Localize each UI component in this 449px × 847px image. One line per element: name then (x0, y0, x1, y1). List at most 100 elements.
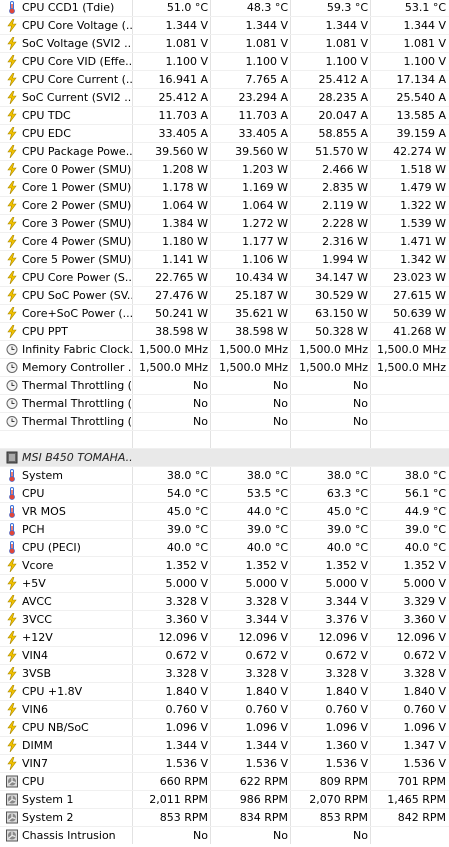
lightning-bolt-icon (6, 612, 18, 627)
maximum-value: 5.000 V (325, 577, 368, 590)
sensor-row[interactable]: VR MOS 45.0 °C 44.0 °C 45.0 °C 44.9 °C (0, 502, 449, 520)
fan-icon (6, 775, 18, 788)
minimum-value: No (273, 397, 288, 410)
maximum-value: 38.0 °C (326, 469, 368, 482)
current-value (134, 449, 208, 466)
sensor-row[interactable]: Thermal Throttling (... No No No (0, 376, 449, 394)
sensor-label: CPU (PECI) (22, 541, 81, 554)
sensor-row[interactable]: 3VCC 3.360 V 3.344 V 3.376 V 3.360 V (0, 610, 449, 628)
current-value: 51.0 °C (166, 1, 208, 14)
sensor-label: CPU Core Voltage (... (22, 19, 132, 32)
average-value: 27.615 W (393, 289, 446, 302)
sensor-row[interactable]: Core 1 Power (SMU) 1.178 W 1.169 W 2.835 W 1… (0, 178, 449, 196)
sensor-row[interactable]: Core 3 Power (SMU) 1.384 W 1.272 W 2.228 W 1… (0, 214, 449, 232)
sensor-row[interactable]: Core 2 Power (SMU) 1.064 W 1.064 W 2.119 W 1… (0, 196, 449, 214)
average-value: 23.023 W (393, 271, 446, 284)
sensor-row[interactable]: SoC Current (SVI2 ... 25.412 A 23.294 A 28.… (0, 88, 449, 106)
minimum-value: 10.434 W (235, 271, 288, 284)
minimum-value: 1.536 V (245, 757, 288, 770)
current-value: No (193, 415, 208, 428)
lightning-bolt-icon (6, 558, 18, 573)
sensor-row[interactable]: Core 4 Power (SMU) 1.180 W 1.177 W 2.316 W 1… (0, 232, 449, 250)
sensor-row[interactable]: System 1 2,011 RPM 986 RPM 2,070 RPM 1,465 R… (0, 790, 449, 808)
sensor-row[interactable]: DIMM 1.344 V 1.344 V 1.360 V 1.347 V (0, 736, 449, 754)
sensor-row[interactable]: SoC Voltage (SVI2 ... 1.081 V 1.081 V 1.081… (0, 34, 449, 52)
maximum-value: 1,500.0 MHz (298, 343, 368, 356)
sensor-row[interactable]: Vcore 1.352 V 1.352 V 1.352 V 1.352 V (0, 556, 449, 574)
average-value: 1.536 V (403, 757, 446, 770)
maximum-value (292, 449, 368, 466)
maximum-value: 51.570 W (315, 145, 368, 158)
average-value: 1.840 V (403, 685, 446, 698)
sensor-row[interactable]: Infinity Fabric Clock... 1,500.0 MHz 1,500… (0, 340, 449, 358)
maximum-value: 1.840 V (325, 685, 368, 698)
average-value: 1.322 W (400, 199, 446, 212)
sensor-label: VIN7 (22, 757, 48, 770)
sensor-label: System 2 (22, 811, 74, 824)
sensor-row[interactable]: CPU PPT 38.598 W 38.598 W 50.328 W 41.268 W (0, 322, 449, 340)
minimum-value: 3.328 V (245, 667, 288, 680)
sensor-row[interactable]: VIN7 1.536 V 1.536 V 1.536 V 1.536 V (0, 754, 449, 772)
sensor-row[interactable]: Core+SoC Power (... 50.241 W 35.621 W 63.15… (0, 304, 449, 322)
sensor-label: CPU Package Powe... (22, 145, 132, 158)
sensor-row[interactable]: AVCC 3.328 V 3.328 V 3.344 V 3.329 V (0, 592, 449, 610)
sensor-label: Core+SoC Power (... (22, 307, 132, 320)
minimum-value: 1.352 V (245, 559, 288, 572)
sensor-row[interactable]: Memory Controller ... 1,500.0 MHz 1,500.0 … (0, 358, 449, 376)
sensor-row[interactable]: System 38.0 °C 38.0 °C 38.0 °C 38.0 °C (0, 466, 449, 484)
current-value: 1.344 V (165, 19, 208, 32)
sensor-row[interactable]: Core 0 Power (SMU) 1.208 W 1.203 W 2.466 W 1… (0, 160, 449, 178)
sensor-label: CPU CCD1 (Tdie) (22, 1, 115, 14)
sensor-row[interactable]: CPU Core Voltage (... 1.344 V 1.344 V 1.344… (0, 16, 449, 34)
sensor-row[interactable]: CPU CCD1 (Tdie) 51.0 °C 48.3 °C 59.3 °C 53.1… (0, 0, 449, 16)
sensor-label: Core 1 Power (SMU) (22, 181, 132, 194)
thermometer-icon (6, 469, 18, 482)
sensor-label (22, 431, 132, 448)
spacer-row (0, 430, 449, 448)
sensor-row[interactable]: CPU Package Powe... 39.560 W 39.560 W 51.57… (0, 142, 449, 160)
sensor-row[interactable]: CPU TDC 11.703 A 11.703 A 20.047 A 13.585 A (0, 106, 449, 124)
sensor-row[interactable]: CPU EDC 33.405 A 33.405 A 58.855 A 39.159 A (0, 124, 449, 142)
current-value: 39.560 W (155, 145, 208, 158)
average-value: 13.585 A (396, 109, 446, 122)
current-value: 3.328 V (165, 595, 208, 608)
sensor-row[interactable]: CPU SoC Power (SV... 27.476 W 25.187 W 30.5… (0, 286, 449, 304)
lightning-bolt-icon (6, 108, 18, 123)
sensor-row[interactable]: CPU 660 RPM 622 RPM 809 RPM 701 RPM (0, 772, 449, 790)
sensor-label: MSI B450 TOMAHA... (22, 451, 132, 464)
sensor-row[interactable]: CPU Core Current (... 16.941 A 7.765 A 25.4… (0, 70, 449, 88)
sensor-row[interactable]: Thermal Throttling (... No No No (0, 394, 449, 412)
maximum-value: 45.0 °C (326, 505, 368, 518)
sensor-row[interactable]: Chassis Intrusion No No No (0, 826, 449, 844)
sensor-row[interactable]: 3VSB 3.328 V 3.328 V 3.328 V 3.328 V (0, 664, 449, 682)
average-value: 17.134 A (396, 73, 446, 86)
minimum-value: 1.096 V (245, 721, 288, 734)
sensor-row[interactable]: CPU Core VID (Effe... 1.100 V 1.100 V 1.100… (0, 52, 449, 70)
sensor-row[interactable]: System 2 853 RPM 834 RPM 853 RPM 842 RPM (0, 808, 449, 826)
sensor-row[interactable]: CPU NB/SoC 1.096 V 1.096 V 1.096 V 1.096 V (0, 718, 449, 736)
sensor-row[interactable]: VIN6 0.760 V 0.760 V 0.760 V 0.760 V (0, 700, 449, 718)
average-value: 3.328 V (403, 667, 446, 680)
sensor-label: PCH (22, 523, 45, 536)
sensor-row[interactable]: Thermal Throttling (... No No No (0, 412, 449, 430)
sensor-row[interactable]: CPU +1.8V 1.840 V 1.840 V 1.840 V 1.840 V (0, 682, 449, 700)
average-value: 5.000 V (403, 577, 446, 590)
current-value: 1.100 V (165, 55, 208, 68)
sensor-row[interactable]: +12V 12.096 V 12.096 V 12.096 V 12.096 V (0, 628, 449, 646)
sensor-row[interactable]: PCH 39.0 °C 39.0 °C 39.0 °C 39.0 °C (0, 520, 449, 538)
maximum-value: 2.466 W (322, 163, 368, 176)
maximum-value: 1.100 V (325, 55, 368, 68)
sensor-row[interactable]: +5V 5.000 V 5.000 V 5.000 V 5.000 V (0, 574, 449, 592)
sensor-row[interactable]: VIN4 0.672 V 0.672 V 0.672 V 0.672 V (0, 646, 449, 664)
sensor-row[interactable]: CPU (PECI) 40.0 °C 40.0 °C 40.0 °C 40.0 °C (0, 538, 449, 556)
group-header-row[interactable]: MSI B450 TOMAHA... (0, 448, 449, 466)
sensor-row[interactable]: CPU Core Power (S... 22.765 W 10.434 W 34.1… (0, 268, 449, 286)
sensor-row[interactable]: Core 5 Power (SMU) 1.141 W 1.106 W 1.994 W 1… (0, 250, 449, 268)
sensor-label: System (22, 469, 64, 482)
minimum-value: 1,500.0 MHz (218, 361, 288, 374)
sensor-row[interactable]: CPU 54.0 °C 53.5 °C 63.3 °C 56.1 °C (0, 484, 449, 502)
current-value: 0.760 V (165, 703, 208, 716)
current-value: 1.096 V (165, 721, 208, 734)
average-value: 1,465 RPM (387, 793, 446, 806)
maximum-value: 58.855 A (318, 127, 368, 140)
